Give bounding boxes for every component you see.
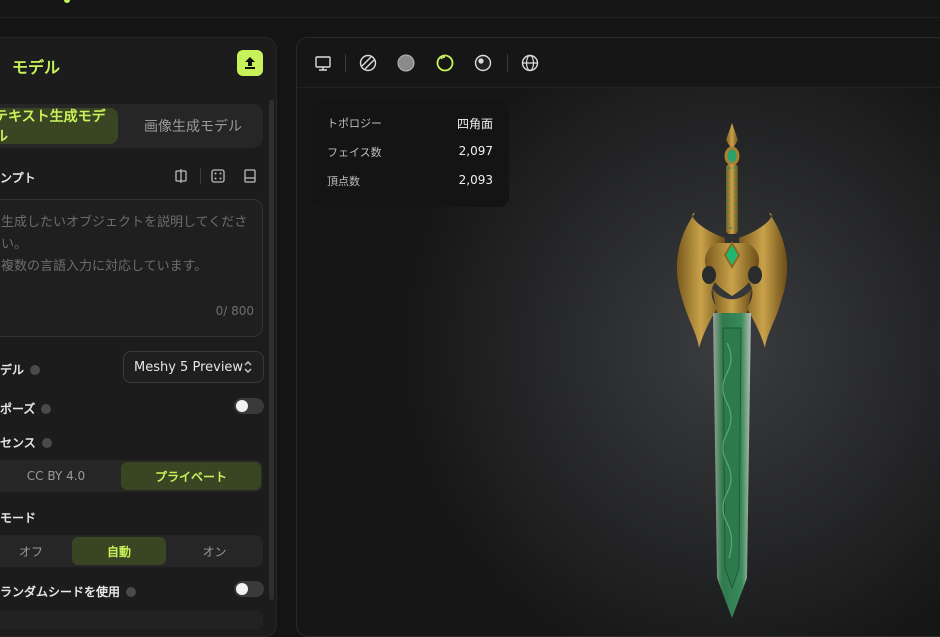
prompt-assist-icon[interactable] [173,168,189,184]
license-option-private[interactable]: プライベート [121,462,261,490]
stat-key: フェイス数 [327,146,382,159]
tab-image-model[interactable]: 画像生成モデル [128,108,258,144]
prompt-input[interactable]: 生成したいオブジェクトを説明してください。 複数の言語入力に対応しています。 0… [0,199,263,337]
toolbar-divider [345,54,346,72]
pose-toggle[interactable] [234,398,264,414]
license-option-cc[interactable]: CC BY 4.0 [0,462,120,490]
mode-segment: オフ 自動 オン [0,535,263,567]
panel-title: モデル [12,58,61,77]
viewer-toolbar [297,38,940,88]
toolbar-divider [507,54,508,72]
stat-key: 頂点数 [327,175,360,188]
random-seed-label: ランダムシードを使用 [0,583,137,600]
panel-scrollbar[interactable] [269,100,274,600]
monitor-icon[interactable] [313,53,333,73]
stat-row-topology: トポロジー 四角面 [327,115,493,144]
prompt-placeholder-1: 生成したいオブジェクトを説明してください。 [1,215,248,252]
solid-sphere-icon[interactable] [396,53,416,73]
random-seed-label-text: ランダムシードを使用 [0,585,121,599]
model-select[interactable]: Meshy 5 Preview [123,351,264,383]
mode-option-auto[interactable]: 自動 [72,537,166,565]
mode-label: モード [0,511,37,525]
license-label: センス [0,434,52,451]
mode-option-on[interactable]: オン [168,537,261,565]
globe-grid-icon[interactable] [520,53,540,73]
model-label: デル [0,361,41,378]
stat-key: トポロジー [327,117,382,130]
upload-button[interactable] [237,50,263,76]
prompt-placeholder-2: 複数の言語入力に対応しています。 [1,259,208,274]
stat-row-faces: フェイス数 2,097 [327,144,493,173]
mesh-stats-card: トポロジー 四角面 フェイス数 2,097 頂点数 2,093 [311,101,509,207]
info-icon[interactable] [30,365,41,375]
brand-dot [64,0,70,3]
model-select-value: Meshy 5 Preview [134,359,244,375]
stat-row-vertices: 頂点数 2,093 [327,173,493,202]
pose-label: ポーズ [0,400,52,417]
pose-label-text: ポーズ [0,402,36,416]
wireframe-sphere-icon[interactable] [358,53,378,73]
upload-icon [245,57,255,69]
info-icon[interactable] [41,438,52,448]
sword-3d-model [676,123,788,618]
license-segment: CC BY 4.0 プライベート [0,460,263,492]
info-icon[interactable] [41,404,52,414]
stat-value: 2,097 [458,144,493,158]
dice-icon[interactable] [210,168,226,184]
model-type-tabs: テキスト生成モデル 画像生成モデル [0,104,263,148]
stat-value: 2,093 [458,173,493,187]
random-seed-toggle[interactable] [234,581,264,597]
license-label-text: センス [0,436,36,450]
mode-option-off[interactable]: オフ [0,537,70,565]
stat-value: 四角面 [456,117,493,131]
tab-text-model[interactable]: テキスト生成モデル [0,108,118,145]
outline-sphere-icon[interactable] [435,53,455,73]
char-counter: 0/ 800 [215,304,254,318]
model-label-text: デル [0,363,25,377]
seed-field[interactable] [0,610,263,630]
divider [200,168,201,184]
model-viewer[interactable]: トポロジー 四角面 フェイス数 2,097 頂点数 2,093 [296,37,940,637]
top-bar [0,0,940,18]
toggle-knob [236,400,248,412]
info-icon[interactable] [126,587,137,597]
prompt-label: ンプト [0,171,36,185]
template-icon[interactable] [242,168,258,184]
chevron-updown-icon [244,361,252,373]
toggle-knob [236,583,248,595]
shaded-sphere-icon[interactable] [473,53,493,73]
